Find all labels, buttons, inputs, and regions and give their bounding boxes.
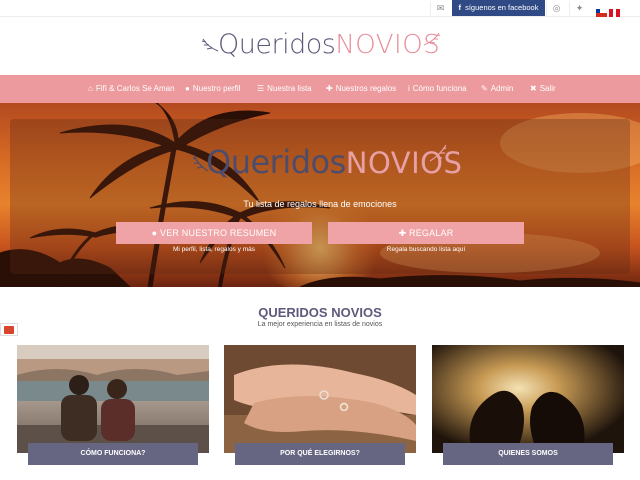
- logo-text-queridos: Queridos: [218, 29, 336, 60]
- nav-item-label: Nuestra lista: [267, 84, 312, 93]
- gift-icon: ✚: [326, 84, 333, 93]
- top-utility-bar: ✉ f síguenos en facebook ◎ ✦: [0, 0, 640, 17]
- peru-flag-icon[interactable]: [609, 4, 620, 17]
- section-title: QUERIDOS NOVIOS: [258, 305, 382, 320]
- card-image-why-choose-us[interactable]: [224, 345, 416, 453]
- why-choose-us-button[interactable]: POR QUÉ ELEGIRNOS?: [235, 443, 405, 465]
- couple-river-photo: [17, 345, 209, 453]
- nav-item-admin[interactable]: ✎ Admin: [481, 83, 513, 95]
- user-icon: ●: [185, 84, 190, 93]
- hero-logo-queridos: Queridos: [206, 143, 346, 181]
- nav-item-label: Admin: [490, 84, 514, 93]
- chile-flag-icon[interactable]: [596, 4, 607, 17]
- nav-item-label: Salir: [539, 84, 556, 93]
- nav-item-list[interactable]: ☰ Nuestra lista: [257, 83, 312, 95]
- section-subtitle: La mejor experiencia en listas de novios: [257, 321, 383, 328]
- hero-banner: QueridosNOVIOS Tu lista de regalos llena…: [0, 103, 640, 287]
- hero-logo: QueridosNOVIOS: [192, 143, 462, 187]
- site-header: QueridosNOVIOS: [0, 17, 640, 75]
- view-summary-label: VER NUESTRO RESUMEN: [160, 228, 277, 238]
- view-summary-subtitle: Mi perfil, lista, regalos y más: [173, 246, 255, 253]
- laurel-right-icon: [423, 32, 441, 46]
- facebook-icon: f: [458, 3, 462, 12]
- how-it-works-button[interactable]: CÓMO FUNCIONA?: [28, 443, 198, 465]
- laurel-left-icon: [201, 38, 219, 52]
- nav-item-logout[interactable]: ✖ Salir: [530, 83, 556, 95]
- view-summary-button[interactable]: ● VER NUESTRO RESUMEN: [116, 222, 312, 244]
- couple-kiss-photo: [432, 345, 624, 453]
- laurel-right-icon: [429, 144, 447, 162]
- nav-item-label: Nuestro perfil: [192, 84, 241, 93]
- nav-item-gifts[interactable]: ✚ Nuestros regalos: [326, 83, 396, 95]
- nav-item-label: Fifí & Carlos Se Aman: [95, 84, 175, 93]
- nav-item-profile[interactable]: ● Nuestro perfil: [185, 83, 240, 95]
- envelope-icon[interactable]: ✉: [430, 1, 450, 16]
- hero-tagline: Tu lista de regalos llena de emociones: [243, 199, 397, 209]
- give-gift-button[interactable]: ✚ REGALAR: [328, 222, 524, 244]
- site-logo[interactable]: QueridosNOVIOS: [200, 29, 441, 65]
- user-icon: ●: [151, 228, 160, 238]
- nav-item-how-it-works[interactable]: i Cómo funciona: [408, 83, 467, 95]
- about-us-button[interactable]: QUIENES SOMOS: [443, 443, 613, 465]
- wrench-icon: ✎: [481, 84, 488, 93]
- twitter-icon[interactable]: ✦: [569, 1, 589, 16]
- facebook-follow-label: síguenos en facebook: [465, 3, 539, 12]
- give-gift-label: REGALAR: [409, 228, 454, 238]
- nav-item-label: Nuestros regalos: [335, 84, 397, 93]
- instagram-icon[interactable]: ◎: [546, 1, 566, 16]
- close-icon: ✖: [530, 84, 537, 93]
- card-image-about-us[interactable]: [432, 345, 624, 453]
- list-icon: ☰: [257, 84, 265, 93]
- info-icon: i: [408, 84, 410, 93]
- nav-item-label: Cómo funciona: [412, 84, 467, 93]
- card-image-how-it-works[interactable]: [17, 345, 209, 453]
- main-nav: ⌂ Fifí & Carlos Se Aman ● Nuestro perfil ☰…: [0, 75, 640, 103]
- home-icon: ⌂: [88, 84, 93, 93]
- facebook-follow-button[interactable]: f síguenos en facebook: [452, 0, 545, 16]
- nav-item-couple[interactable]: ⌂ Fifí & Carlos Se Aman: [88, 83, 175, 95]
- hands-ring-photo: [224, 345, 416, 453]
- give-gift-subtitle: Regala buscando lista aquí: [386, 246, 466, 253]
- gift-icon: ✚: [398, 228, 410, 238]
